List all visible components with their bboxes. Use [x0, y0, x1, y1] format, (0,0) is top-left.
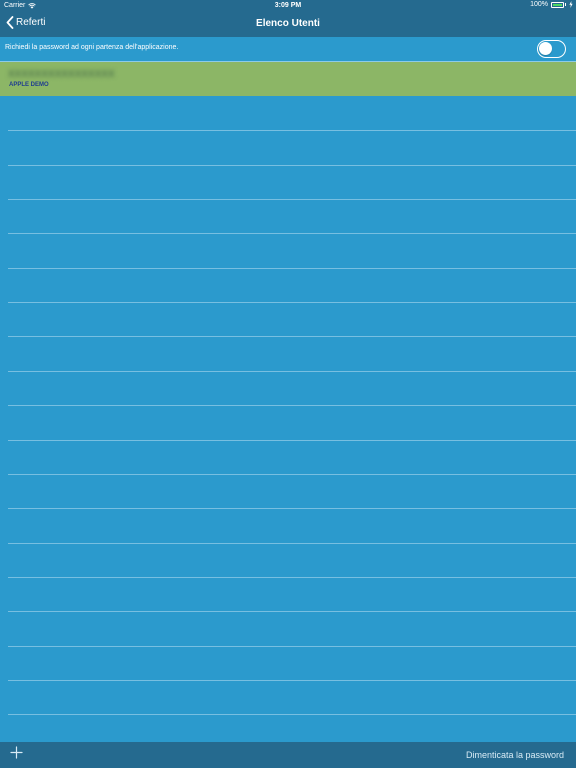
row-separator — [8, 611, 576, 612]
toggle-knob — [539, 42, 552, 55]
row-separator — [8, 405, 576, 406]
row-separator — [8, 646, 576, 647]
password-prompt-toggle[interactable] — [537, 40, 566, 58]
row-separator — [8, 680, 576, 681]
bottom-toolbar: Dimenticata la password — [0, 742, 576, 768]
status-bar: Carrier 3:09 PM 100% — [0, 0, 576, 11]
row-separator — [8, 268, 576, 269]
row-separator — [8, 371, 576, 372]
row-separator — [8, 508, 576, 509]
user-list-empty-area — [0, 96, 576, 742]
battery-percent: 100% — [530, 1, 548, 8]
row-separator — [8, 302, 576, 303]
user-name: XXXXXXXXXXXXXXXX — [8, 69, 115, 80]
password-prompt-row: Richiedi la password ad ogni partenza de… — [0, 37, 576, 62]
navigation-bar: Referti Elenco Utenti — [0, 11, 576, 37]
row-separator — [8, 130, 576, 131]
row-separator — [8, 577, 576, 578]
row-separator — [8, 543, 576, 544]
row-separator — [8, 714, 576, 715]
page-title: Elenco Utenti — [256, 18, 320, 29]
battery-icon — [551, 1, 564, 8]
battery-tip — [565, 3, 566, 6]
row-separator — [8, 440, 576, 441]
user-list-item[interactable]: XXXXXXXXXXXXXXXX APPLE DEMO — [0, 62, 576, 96]
row-separator — [8, 199, 576, 200]
user-subtitle: APPLE DEMO — [9, 82, 49, 88]
status-time: 3:09 PM — [274, 2, 302, 9]
row-separator — [8, 165, 576, 166]
add-icon[interactable] — [10, 746, 23, 759]
row-separator — [8, 474, 576, 475]
charging-icon — [569, 1, 573, 8]
forgot-password-button[interactable]: Dimenticata la password — [466, 750, 564, 760]
password-prompt-label: Richiedi la password ad ogni partenza de… — [5, 44, 179, 51]
battery-group: 100% — [530, 1, 573, 8]
row-separator — [8, 233, 576, 234]
row-separator — [8, 336, 576, 337]
